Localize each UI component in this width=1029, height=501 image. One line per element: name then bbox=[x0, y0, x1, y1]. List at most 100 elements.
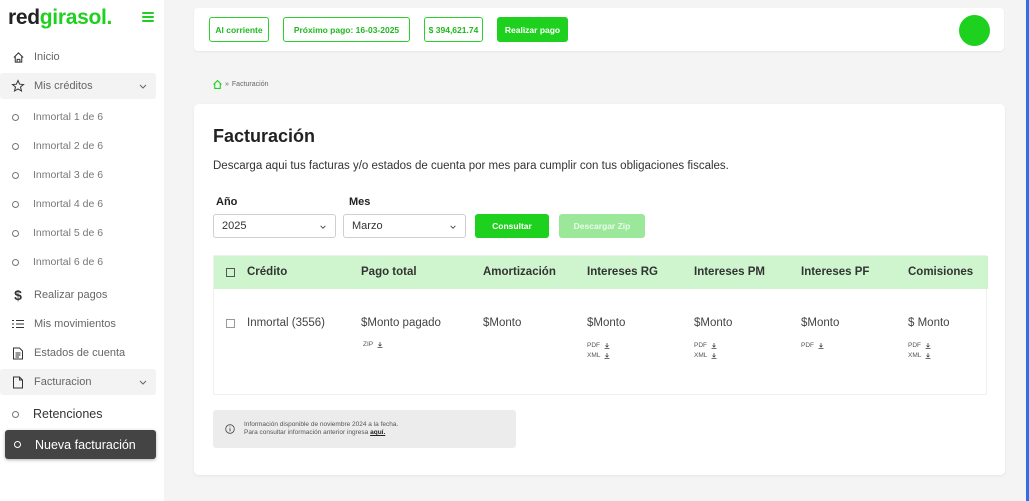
sidebar-item-estados-cuenta[interactable]: Estados de cuenta bbox=[0, 340, 156, 366]
sidebar-item-nueva-facturacion[interactable]: Nueva facturación bbox=[5, 430, 156, 459]
sidebar-item-label: Mis movimientos bbox=[34, 318, 116, 330]
document-icon bbox=[10, 345, 26, 361]
pdf-download-link[interactable]: PDF bbox=[587, 342, 610, 349]
download-icon bbox=[377, 341, 383, 348]
xml-download-link[interactable]: XML bbox=[587, 352, 610, 359]
year-label: Año bbox=[216, 196, 238, 208]
cell-credito: Inmortal (3556) bbox=[247, 317, 325, 329]
header-comisiones: Comisiones bbox=[908, 266, 974, 278]
header-credito: Crédito bbox=[247, 266, 288, 278]
sidebar-item-mis-creditos[interactable]: Mis créditos bbox=[0, 73, 156, 99]
table-header: Crédito Pago total Amortización Interese… bbox=[214, 256, 988, 289]
breadcrumb-current: Facturación bbox=[231, 81, 269, 88]
month-label: Mes bbox=[349, 196, 371, 208]
status-badge: Al corriente bbox=[209, 17, 269, 42]
download-icon bbox=[604, 342, 610, 349]
pdf-download-link[interactable]: PDF bbox=[908, 342, 931, 349]
logo-row: redgirasol. bbox=[8, 6, 158, 32]
header-intereses-rg: Intereses RG bbox=[587, 266, 658, 278]
pdf-download-link[interactable]: PDF bbox=[801, 342, 824, 349]
sidebar-item-label: Estados de cuenta bbox=[34, 347, 126, 359]
header-intereses-pm: Intereses PM bbox=[694, 266, 765, 278]
brand-logo[interactable]: redgirasol. bbox=[8, 6, 112, 29]
list-icon bbox=[10, 316, 26, 332]
download-icon bbox=[818, 342, 824, 349]
xml-download-link[interactable]: XML bbox=[694, 352, 717, 359]
cell-intereses-pf: $Monto bbox=[801, 317, 840, 329]
download-icon bbox=[925, 352, 931, 359]
download-icon bbox=[925, 342, 931, 349]
download-zip-button[interactable]: Descargar Zip bbox=[559, 214, 645, 238]
info-notice: Información disponible de noviembre 2024… bbox=[213, 410, 516, 448]
sidebar-item-label: Facturacion bbox=[34, 376, 92, 388]
breadcrumb-separator: » bbox=[225, 81, 229, 88]
cell-intereses-pm: $Monto bbox=[694, 317, 733, 329]
breadcrumb: » Facturación bbox=[212, 79, 268, 90]
info-link[interactable]: aquí. bbox=[370, 429, 385, 436]
main-card: Facturación Descarga aqui tus facturas y… bbox=[194, 104, 1005, 475]
circle-icon bbox=[12, 229, 19, 237]
cell-amortizacion: $Monto bbox=[483, 317, 522, 329]
sidebar-item-credito-4[interactable]: Inmortal 4 de 6 bbox=[0, 191, 156, 217]
page-title: Facturación bbox=[213, 126, 316, 146]
consult-button[interactable]: Consultar bbox=[475, 214, 549, 238]
chevron-down-icon bbox=[450, 225, 456, 229]
file-icon bbox=[10, 374, 26, 390]
sidebar-item-retenciones[interactable]: Retenciones bbox=[0, 401, 156, 427]
sidebar-item-realizar-pagos[interactable]: $ Realizar pagos bbox=[0, 282, 156, 308]
sidebar-item-label: Realizar pagos bbox=[34, 289, 108, 301]
sidebar-item-inicio[interactable]: Inicio bbox=[0, 44, 156, 70]
cell-intereses-rg: $Monto bbox=[587, 317, 626, 329]
chevron-down-icon bbox=[320, 225, 326, 229]
cell-comisiones: $ Monto bbox=[908, 317, 950, 329]
page-description: Descarga aqui tus facturas y/o estados d… bbox=[213, 160, 729, 172]
pay-button[interactable]: Realizar pago bbox=[497, 17, 568, 42]
sidebar-item-label: Inicio bbox=[34, 51, 60, 63]
circle-icon bbox=[12, 113, 19, 121]
header-intereses-pf: Intereses PF bbox=[801, 266, 870, 278]
billing-table: Crédito Pago total Amortización Interese… bbox=[213, 255, 988, 395]
sidebar: redgirasol. Inicio Mis créditos Inmortal… bbox=[0, 0, 164, 501]
sidebar-item-mis-movimientos[interactable]: Mis movimientos bbox=[0, 311, 156, 337]
select-all-checkbox[interactable] bbox=[226, 268, 235, 277]
home-icon bbox=[10, 49, 26, 65]
home-icon[interactable] bbox=[212, 79, 223, 90]
sidebar-item-facturacion[interactable]: Facturacion bbox=[0, 369, 156, 395]
amount-badge: $ 394,621.74 bbox=[424, 17, 483, 42]
circle-icon bbox=[12, 410, 19, 418]
star-icon bbox=[10, 78, 26, 94]
circle-icon bbox=[12, 171, 19, 179]
info-line-1: Información disponible de noviembre 2024… bbox=[244, 421, 399, 428]
download-icon bbox=[604, 352, 610, 359]
circle-icon bbox=[12, 200, 19, 208]
download-icon bbox=[711, 352, 717, 359]
sidebar-item-credito-1[interactable]: Inmortal 1 de 6 bbox=[0, 104, 156, 130]
cell-pago-total: $Monto pagado bbox=[361, 317, 441, 329]
sidebar-item-credito-3[interactable]: Inmortal 3 de 6 bbox=[0, 162, 156, 188]
row-checkbox[interactable] bbox=[226, 319, 235, 328]
month-select[interactable]: Marzo bbox=[343, 214, 466, 238]
download-icon bbox=[711, 342, 717, 349]
top-bar: Al corriente Próximo pago: 16-03-2025 $ … bbox=[194, 8, 1004, 51]
header-pago-total: Pago total bbox=[361, 266, 417, 278]
dollar-icon: $ bbox=[14, 287, 22, 303]
header-amortizacion: Amortización bbox=[483, 266, 556, 278]
avatar[interactable] bbox=[959, 15, 990, 46]
sidebar-item-credito-2[interactable]: Inmortal 2 de 6 bbox=[0, 133, 156, 159]
info-line-2: Para consultar información anterior ingr… bbox=[244, 429, 386, 436]
circle-icon bbox=[12, 142, 19, 150]
sidebar-item-credito-5[interactable]: Inmortal 5 de 6 bbox=[0, 220, 156, 246]
next-payment-badge: Próximo pago: 16-03-2025 bbox=[283, 17, 410, 42]
circle-icon bbox=[12, 258, 19, 266]
zip-download-link[interactable]: ZIP bbox=[363, 341, 383, 348]
chevron-down-icon bbox=[139, 380, 147, 385]
circle-icon bbox=[14, 441, 21, 448]
pdf-download-link[interactable]: PDF bbox=[694, 342, 717, 349]
sidebar-item-credito-6[interactable]: Inmortal 6 de 6 bbox=[0, 249, 156, 275]
year-select[interactable]: 2025 bbox=[213, 214, 336, 238]
xml-download-link[interactable]: XML bbox=[908, 352, 931, 359]
info-icon bbox=[225, 424, 235, 434]
menu-icon[interactable] bbox=[142, 12, 154, 22]
sidebar-item-label: Mis créditos bbox=[34, 80, 93, 92]
chevron-down-icon bbox=[139, 84, 147, 89]
